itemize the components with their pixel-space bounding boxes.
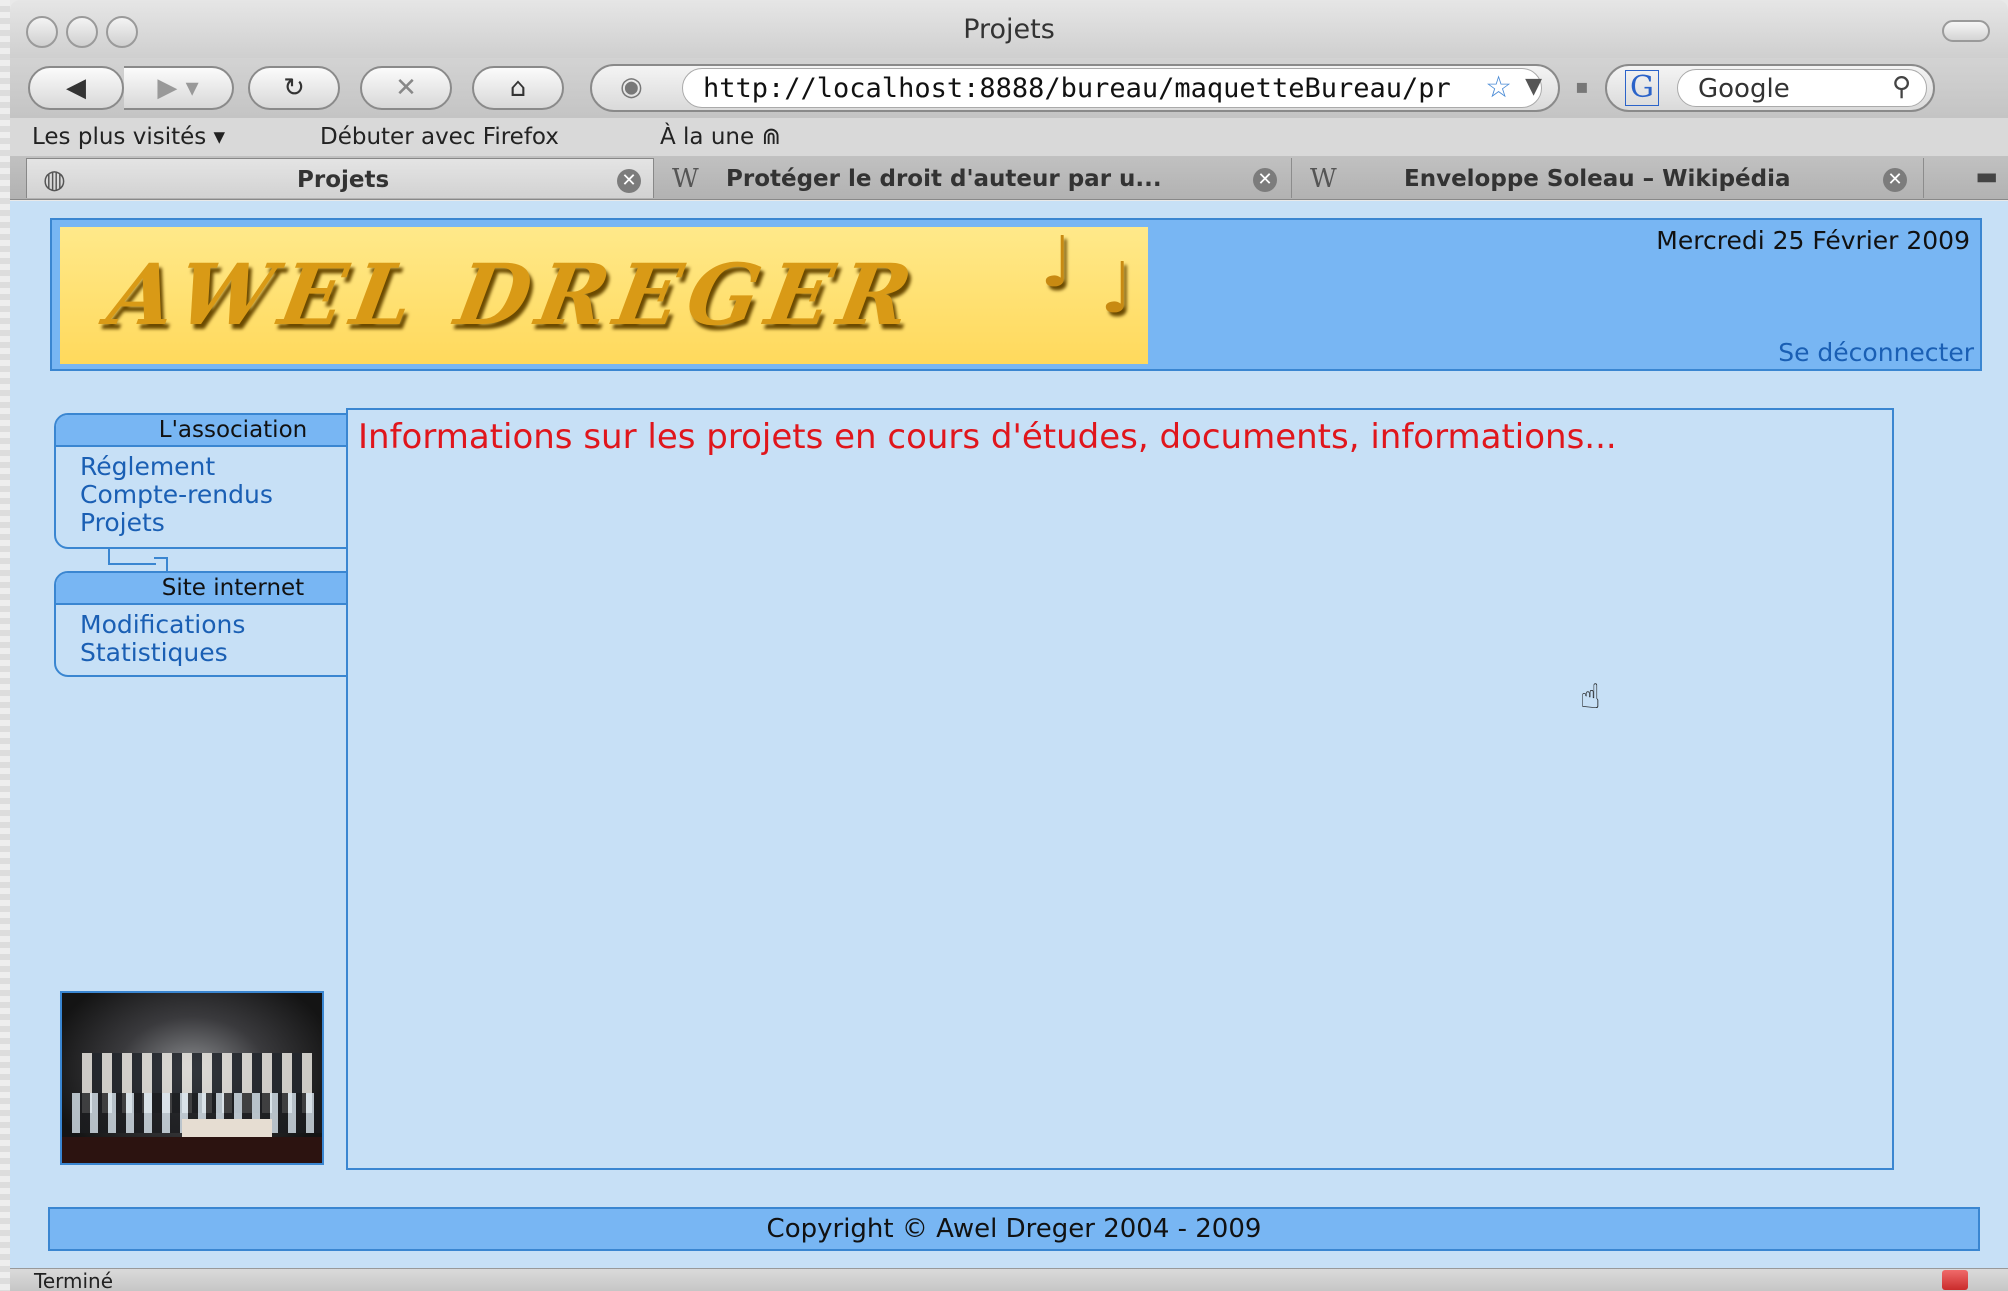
bookmark-getting-started[interactable]: Débuter avec Firefox (320, 124, 559, 150)
tab-projets[interactable]: ◍ Projets ✕ (26, 158, 654, 198)
music-note-icon: ♩ (1040, 221, 1074, 303)
url-dropdown-icon[interactable]: ▼ (1525, 74, 1542, 99)
forward-arrow-icon: ▶ ▾ (157, 73, 199, 103)
search-engine-icon[interactable]: G (1625, 70, 1659, 106)
page-viewport: AWEL DREGER ♩ ♩ Mercredi 25 Février 2009… (10, 201, 2008, 1268)
forward-button[interactable]: ▶ ▾ (124, 66, 234, 110)
stop-icon: ✕ (395, 73, 417, 103)
status-bar: Terminé (10, 1268, 2008, 1291)
logo-text: AWEL DREGER (101, 245, 927, 344)
status-text: Terminé (34, 1269, 114, 1291)
music-note-icon: ♩ (1100, 247, 1134, 329)
close-tab-icon[interactable]: ✕ (1883, 168, 1907, 192)
back-button[interactable]: ◀ (28, 66, 124, 110)
bookmark-star-icon[interactable]: ☆ (1485, 70, 1512, 105)
home-icon: ⌂ (509, 73, 527, 103)
current-date: Mercredi 25 Février 2009 (1656, 226, 1970, 255)
tab-label: Projets (297, 167, 390, 193)
bookmark-most-visited[interactable]: Les plus visités ▾ (32, 124, 225, 150)
wikipedia-icon: W (672, 164, 699, 194)
menu-connector (108, 547, 156, 565)
wikipedia-icon: W (1310, 164, 1337, 194)
close-tab-icon[interactable]: ✕ (617, 169, 641, 193)
site-footer: Copyright © Awel Dreger 2004 - 2009 (48, 1207, 1980, 1251)
tab-proteger-droit-auteur[interactable]: W Protéger le droit d'auteur par u... ✕ (656, 158, 1292, 198)
home-button[interactable]: ⌂ (472, 66, 564, 110)
site-logo: AWEL DREGER ♩ ♩ (60, 221, 1148, 364)
globe-icon: ◍ (43, 165, 66, 195)
tab-enveloppe-soleau[interactable]: W Enveloppe Soleau – Wikipédia ✕ (1294, 158, 1924, 198)
hand-cursor-icon: ☝ (1580, 677, 1601, 717)
bookmarks-toolbar: Les plus visités ▾ Débuter avec Firefox … (10, 118, 2008, 156)
stop-button[interactable]: ✕ (360, 66, 452, 110)
logout-link[interactable]: Se déconnecter (1778, 338, 1974, 367)
toolbar-toggle-button[interactable] (1942, 20, 1990, 42)
close-tab-icon[interactable]: ✕ (1253, 168, 1277, 192)
search-icon[interactable]: ⚲ (1892, 72, 1911, 102)
content-heading: Informations sur les projets en cours d'… (358, 417, 1617, 457)
reload-button[interactable]: ↻ (248, 66, 340, 110)
menu-connector (154, 557, 168, 571)
tab-label: Protéger le droit d'auteur par u... (726, 166, 1162, 192)
window-title: Projets (963, 14, 1055, 45)
window-left-edge (0, 0, 10, 1291)
tab-label: Enveloppe Soleau – Wikipédia (1404, 166, 1791, 192)
reload-icon: ↻ (283, 73, 305, 103)
search-bar[interactable]: G Google ⚲ (1605, 64, 1935, 112)
choir-photo (60, 991, 324, 1165)
tab-list-icon[interactable]: ▬ (1975, 162, 1998, 190)
site-header: AWEL DREGER ♩ ♩ Mercredi 25 Février 2009… (50, 218, 1982, 371)
site-identity-icon[interactable]: ◉ (620, 72, 643, 102)
back-arrow-icon: ◀ (66, 73, 86, 103)
main-content: Informations sur les projets en cours d'… (346, 408, 1894, 1170)
bookmark-news-feed[interactable]: À la une ⋒ (660, 124, 781, 150)
separator-dot: ▪ (1575, 74, 1589, 98)
addon-status-icon[interactable] (1942, 1270, 1968, 1290)
tab-bar: ◍ Projets ✕ W Protéger le droit d'auteur… (10, 156, 2008, 200)
url-bar[interactable]: ◉ http://localhost:8888/bureau/maquetteB… (590, 64, 1560, 112)
navigation-toolbar: ◀ ▶ ▾ ↻ ✕ ⌂ ◉ http://localhost:8888/bure… (10, 58, 2008, 118)
photo-detail (62, 1137, 322, 1163)
search-input[interactable]: Google (1677, 69, 1927, 107)
window-titlebar: Projets (10, 0, 2008, 58)
url-input[interactable]: http://localhost:8888/bureau/maquetteBur… (682, 68, 1542, 108)
